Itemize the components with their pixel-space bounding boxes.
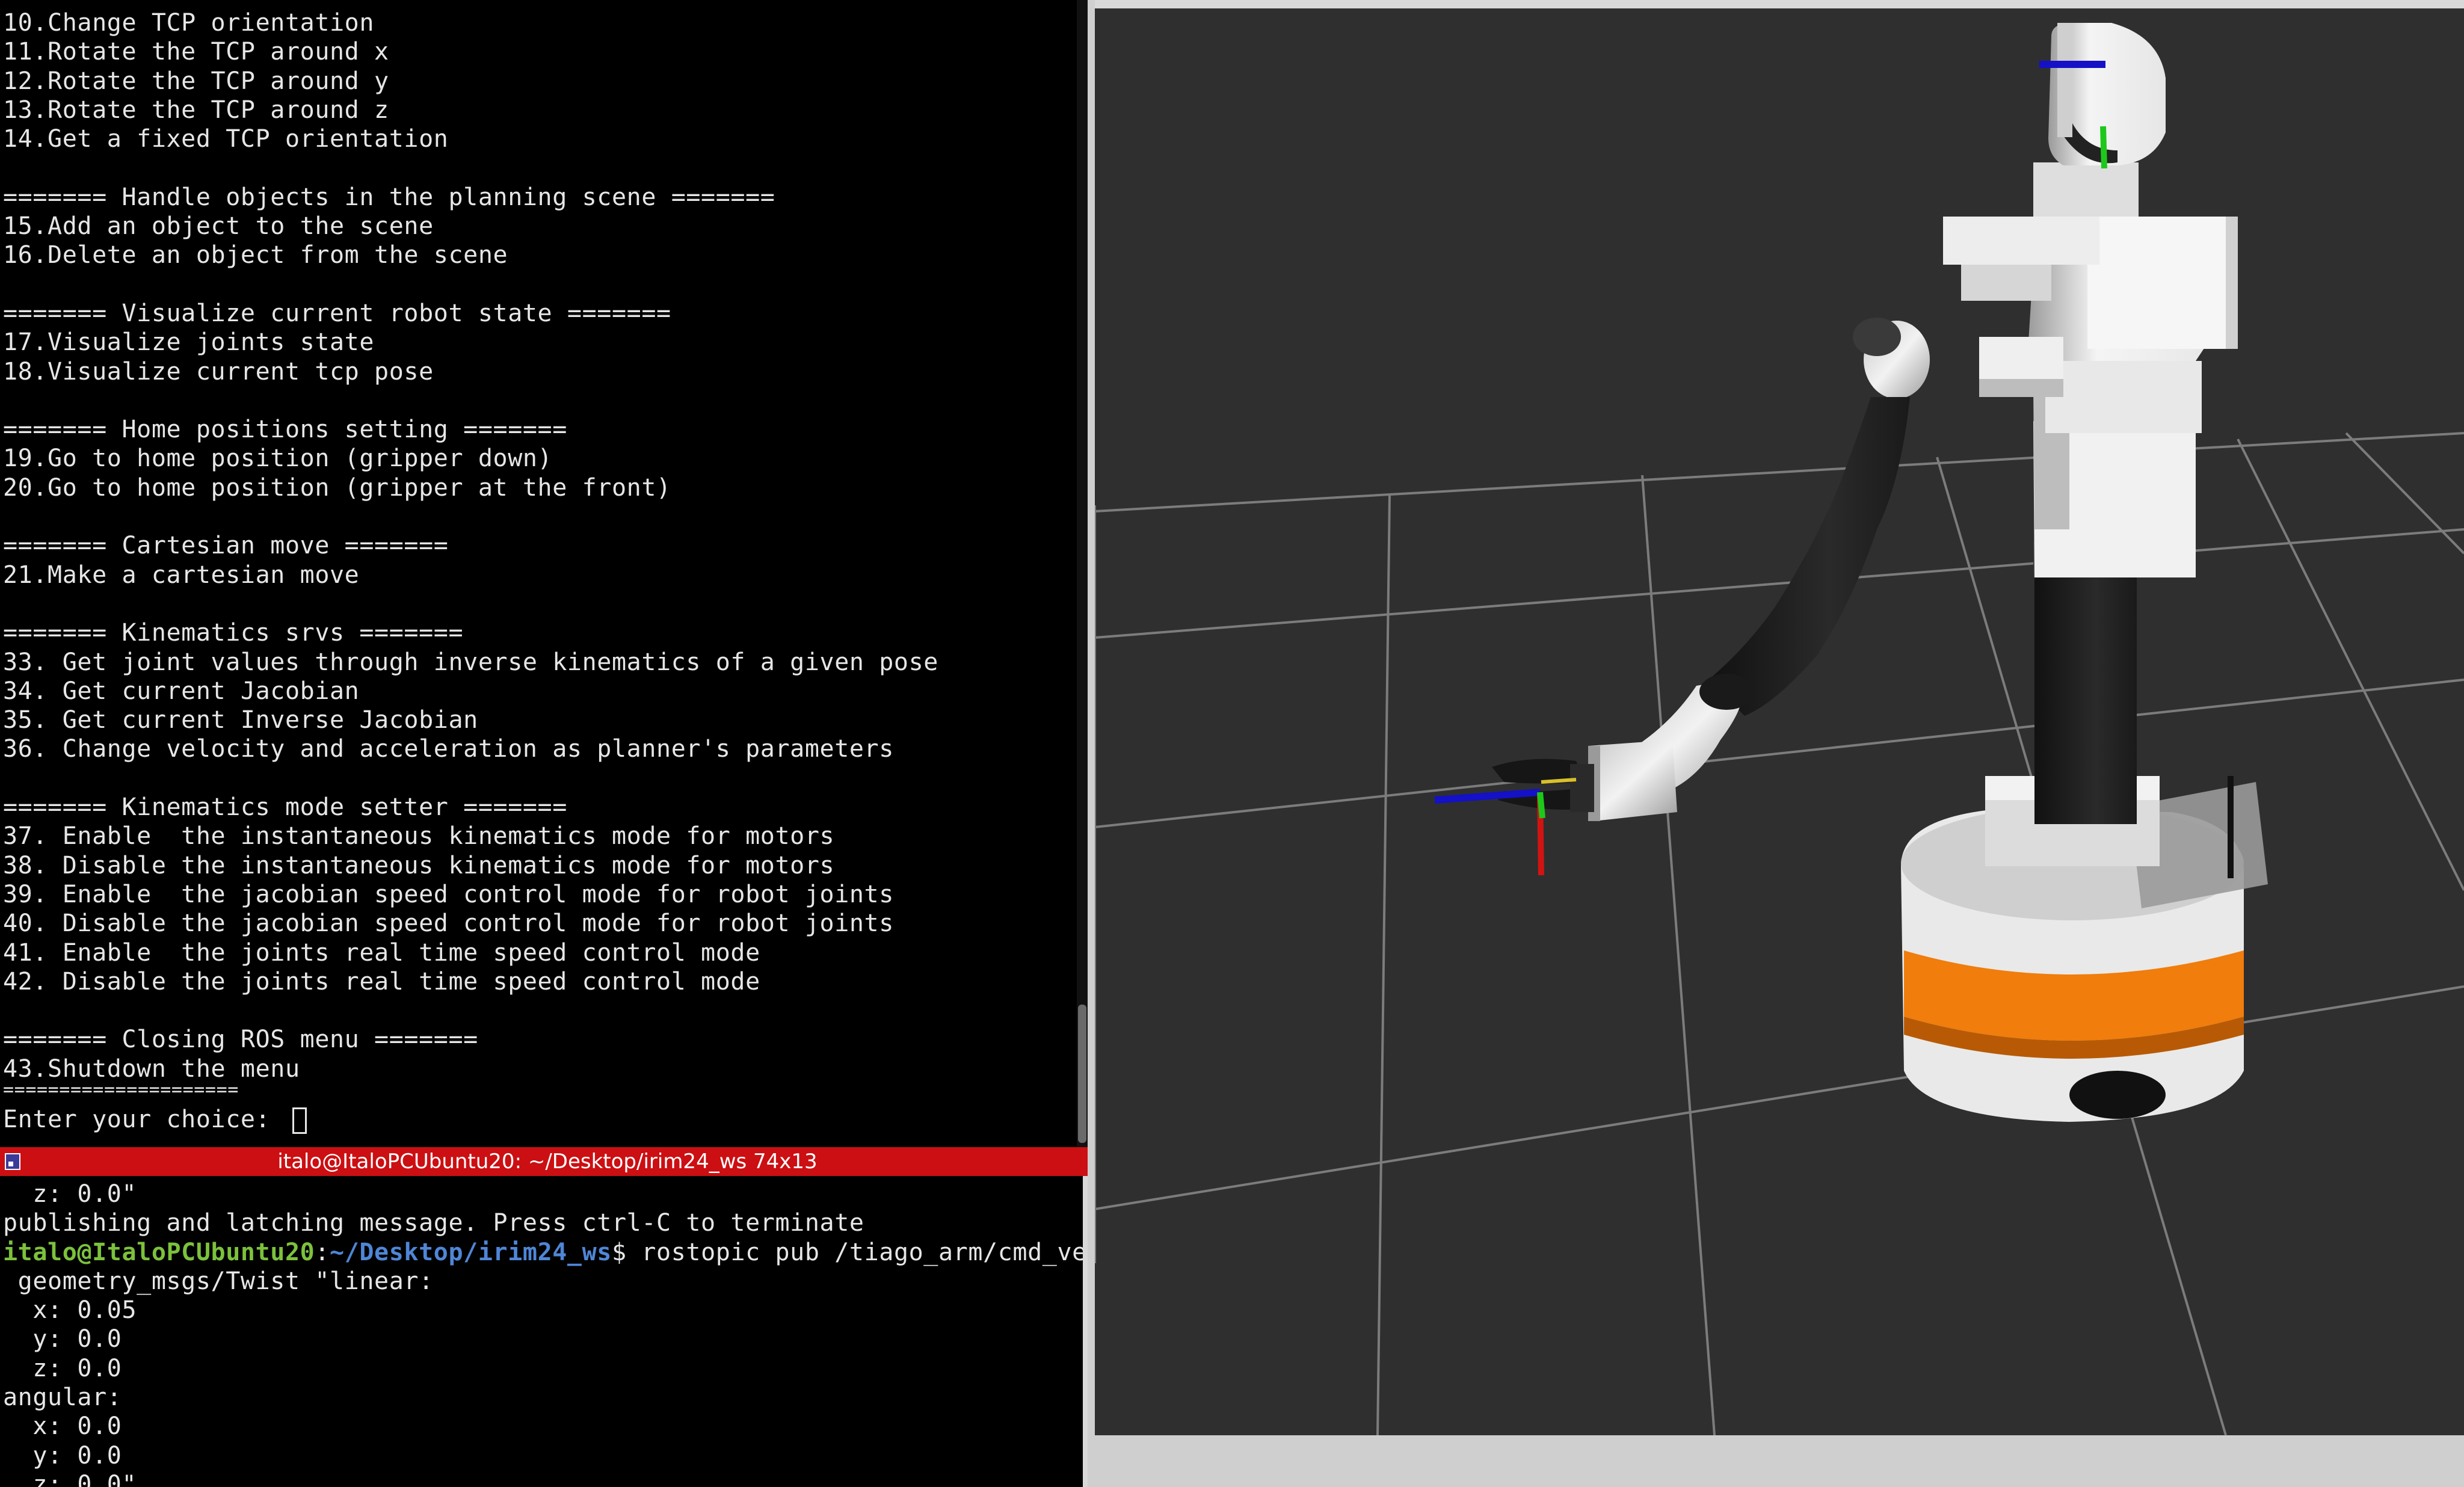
menu-section-header: ======= Home positions setting =======	[3, 416, 567, 444]
menu-line	[3, 764, 938, 793]
terminal-rostopic-output: z: 0.0" publishing and latching message.…	[3, 1180, 1088, 1487]
menu-separator: =====================	[3, 1083, 239, 1097]
menu-section-header: ======= Visualize current robot state ==…	[3, 299, 671, 327]
menu-line: 40. Disable the jacobian speed control m…	[3, 910, 894, 938]
menu-line	[3, 270, 938, 299]
menu-line: 38. Disable the instantaneous kinematics…	[3, 851, 835, 879]
menu-line: 15.Add an object to the scene	[3, 212, 434, 241]
choice-prompt: Enter your choice:	[3, 1105, 285, 1133]
menu-line: 39. Enable the jacobian speed control mo…	[3, 880, 894, 908]
y-axis	[1537, 792, 1545, 819]
command-line: italo@ItaloPCUbuntu20:~/Desktop/irim24_w…	[3, 1238, 1088, 1267]
menu-line	[3, 386, 938, 415]
menu-section-header: ======= Cartesian move =======	[3, 532, 449, 560]
menu-line	[3, 502, 938, 531]
viewport-bottom-bar	[1095, 1435, 2464, 1487]
terminal-scrollbar[interactable]	[1077, 0, 1088, 1147]
menu-line: 21.Make a cartesian move	[3, 561, 360, 589]
terminal-rostopic[interactable]: z: 0.0" publishing and latching message.…	[0, 1176, 1088, 1487]
menu-line: 37. Enable the instantaneous kinematics …	[3, 822, 835, 851]
command-arg-line: x: 0.05	[3, 1296, 137, 1325]
menu-line: 17.Visualize joints state	[3, 328, 375, 357]
menu-section-header: ======= Closing ROS menu =======	[3, 1026, 478, 1054]
rviz-3d-viewport[interactable]	[1095, 0, 2464, 1487]
prompt-user: italo@ItaloPCUbuntu20	[3, 1238, 315, 1266]
command-arg-line: y: 0.0	[3, 1325, 122, 1353]
menu-line: 16.Delete an object from the scene	[3, 241, 508, 269]
terminal-window-icon[interactable]	[5, 1153, 20, 1170]
menu-line	[3, 153, 938, 182]
terminal-title: italo@ItaloPCUbuntu20: ~/Desktop/irim24_…	[277, 1150, 818, 1174]
command-arg-line: geometry_msgs/Twist "linear:	[3, 1267, 434, 1295]
menu-line: 36. Change velocity and acceleration as …	[3, 735, 894, 763]
viewport-background	[1095, 8, 2464, 1435]
menu-line: 34. Get current Jacobian	[3, 677, 360, 705]
terminal-titlebar[interactable]: italo@ItaloPCUbuntu20: ~/Desktop/irim24_…	[0, 1147, 1095, 1176]
command-arg-line: z: 0.0"	[3, 1470, 137, 1487]
choice-prompt-line[interactable]: Enter your choice:	[3, 1105, 938, 1134]
command-arg-line: angular:	[3, 1384, 122, 1412]
menu-line: 13.Rotate the TCP around z	[3, 96, 389, 124]
pane-divider[interactable]	[1088, 0, 1095, 1487]
menu-section-header: ======= Kinematics mode setter =======	[3, 793, 567, 822]
command-arg-line: y: 0.0	[3, 1441, 122, 1470]
menu-line: 14.Get a fixed TCP orientation	[3, 125, 449, 153]
menu-line: 18.Visualize current tcp pose	[3, 357, 434, 386]
text-cursor[interactable]	[292, 1107, 307, 1134]
scrollbar-thumb[interactable]	[1078, 1005, 1086, 1143]
menu-line: 12.Rotate the TCP around y	[3, 67, 389, 95]
menu-line: 42. Disable the joints real time speed c…	[3, 967, 760, 996]
terminal-menu[interactable]: 10.Change TCP orientation 11.Rotate the …	[0, 0, 1088, 1147]
menu-section-header: ======= Kinematics srvs =======	[3, 619, 464, 647]
menu-line: 43.Shutdown the menu	[3, 1054, 300, 1083]
menu-line: 19.Go to home position (gripper down)	[3, 445, 553, 473]
menu-line: 35. Get current Inverse Jacobian	[3, 706, 478, 734]
command-text: $ rostopic pub /tiago_arm/cmd_vel	[611, 1238, 1088, 1266]
viewport-top-bar	[1095, 0, 2464, 8]
menu-line	[3, 996, 938, 1025]
output-line: publishing and latching message. Press c…	[3, 1209, 864, 1237]
scene-canvas	[1095, 0, 2464, 1487]
terminal-menu-output: 10.Change TCP orientation 11.Rotate the …	[3, 8, 938, 1134]
command-arg-line: x: 0.0	[3, 1412, 122, 1441]
menu-line: 41. Enable the joints real time speed co…	[3, 938, 760, 967]
menu-line: 20.Go to home position (gripper at the f…	[3, 473, 671, 502]
menu-section-header: ======= Handle objects in the planning s…	[3, 183, 775, 211]
prompt-separator: :	[315, 1238, 330, 1266]
command-arg-line: z: 0.0	[3, 1354, 122, 1382]
menu-line: 33. Get joint values through inverse kin…	[3, 648, 938, 676]
y-axis	[2100, 126, 2107, 169]
prompt-path: ~/Desktop/irim24_ws	[330, 1238, 612, 1266]
menu-line: 10.Change TCP orientation	[3, 9, 375, 37]
menu-line	[3, 590, 938, 618]
menu-line: 11.Rotate the TCP around x	[3, 38, 389, 66]
output-line: z: 0.0"	[3, 1180, 137, 1208]
